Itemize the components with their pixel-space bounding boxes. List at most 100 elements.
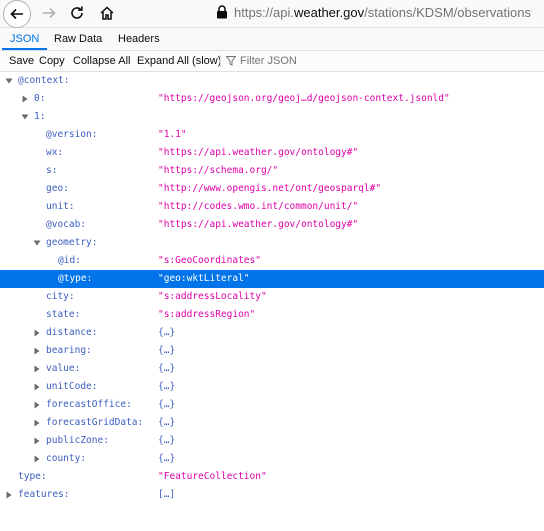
expand-triangle-down-icon[interactable] [4, 72, 14, 90]
tree-key: @version: [46, 129, 98, 140]
url-text: https://api.weather.gov/stations/KDSM/ob… [234, 5, 531, 20]
tab-json[interactable]: JSON [2, 28, 48, 50]
reload-icon [71, 6, 83, 19]
tree-row[interactable]: @context: [0, 72, 544, 90]
expand-triangle-right-icon[interactable] [32, 432, 42, 450]
tree-key: geo: [46, 183, 69, 194]
tab-raw-data[interactable]: Raw Data [46, 28, 110, 50]
tree-value: […] [158, 489, 176, 500]
tree-key: geometry: [46, 237, 98, 248]
expand-triangle-right-icon[interactable] [32, 378, 42, 396]
tree-row[interactable]: bearing: {…} [0, 342, 544, 360]
expand-triangle-right-icon[interactable] [20, 90, 30, 108]
collapse-all-button[interactable]: Collapse All [70, 51, 133, 71]
tree-value: "https://api.weather.gov/ontology#" [158, 147, 359, 158]
tree-key: features: [18, 489, 70, 500]
tree-row[interactable]: features: […] [0, 486, 544, 504]
tree-key: unit: [46, 201, 75, 212]
tree-key: @context: [18, 75, 70, 86]
tree-value: {…} [158, 435, 176, 446]
tree-value: "http://www.opengis.net/ont/geosparql#" [158, 183, 382, 194]
url-bar[interactable]: https://api.weather.gov/stations/KDSM/ob… [208, 0, 544, 24]
tree-row[interactable]: value: {…} [0, 360, 544, 378]
tree-row[interactable]: forecastGridData: {…} [0, 414, 544, 432]
tree-row[interactable]: publicZone: {…} [0, 432, 544, 450]
lock-icon [217, 5, 227, 19]
tree-key: s: [46, 165, 58, 176]
tree-row[interactable]: city: "s:addressLocality" [0, 288, 544, 306]
arrow-left-icon [10, 8, 23, 20]
tree-row[interactable]: 1: [0, 108, 544, 126]
url-path: /stations/KDSM/observations [364, 4, 531, 20]
save-button[interactable]: Save [6, 51, 37, 71]
expand-triangle-down-icon[interactable] [32, 234, 42, 252]
tree-value: {…} [158, 399, 176, 410]
tree-row[interactable]: geo: "http://www.opengis.net/ont/geosparq… [0, 180, 544, 198]
copy-button[interactable]: Copy [36, 51, 68, 71]
tree-value: "FeatureCollection" [158, 471, 267, 482]
tree-row[interactable]: state: "s:addressRegion" [0, 306, 544, 324]
expand-triangle-right-icon[interactable] [32, 324, 42, 342]
back-button[interactable] [3, 0, 31, 28]
tree-value: "https://schema.org/" [158, 165, 279, 176]
tree-key: 0: [34, 93, 46, 104]
filter-input[interactable]: Filter JSON [226, 51, 297, 71]
tree-row[interactable]: 0: "https://geojson.org/geoj…d/geojson-co… [0, 90, 544, 108]
expand-triangle-right-icon[interactable] [4, 486, 14, 504]
tree-row[interactable]: forecastOffice: {…} [0, 396, 544, 414]
tree-value: {…} [158, 345, 176, 356]
tree-row[interactable]: wx: "https://api.weather.gov/ontology#" [0, 144, 544, 162]
tree-key: publicZone: [46, 435, 109, 446]
tree-key: unitCode: [46, 381, 98, 392]
viewer-tabs: JSON Raw Data Headers [0, 28, 544, 51]
tree-key: @id: [58, 255, 81, 266]
json-tree: @context: 0: "https://geojson.org/geoj…d/g… [0, 72, 544, 504]
expand-triangle-right-icon[interactable] [32, 396, 42, 414]
expand-all-button[interactable]: Expand All (slow) [134, 51, 224, 71]
tree-value: "http://codes.wmo.int/common/unit/" [158, 201, 359, 212]
tree-row[interactable]: type: "FeatureCollection" [0, 468, 544, 486]
tree-key: distance: [46, 327, 98, 338]
tree-value: {…} [158, 327, 176, 338]
tree-value: "1.1" [158, 129, 187, 140]
expand-triangle-down-icon[interactable] [20, 108, 30, 126]
tree-value: {…} [158, 381, 176, 392]
home-button[interactable] [96, 2, 118, 24]
tree-value: "s:GeoCoordinates" [158, 255, 261, 266]
tree-row[interactable]: unitCode: {…} [0, 378, 544, 396]
tree-key: state: [46, 309, 81, 320]
filter-icon [226, 56, 236, 66]
tree-row[interactable]: @type: "geo:wktLiteral" [0, 270, 544, 288]
tree-row[interactable]: @vocab: "https://api.weather.gov/ontology… [0, 216, 544, 234]
tree-value: "https://geojson.org/geoj…d/geojson-cont… [158, 93, 450, 104]
tree-row[interactable]: unit: "http://codes.wmo.int/common/unit/" [0, 198, 544, 216]
tree-key: type: [18, 471, 47, 482]
tree-row[interactable]: s: "https://schema.org/" [0, 162, 544, 180]
tab-headers[interactable]: Headers [110, 28, 168, 50]
tree-value: "geo:wktLiteral" [158, 273, 250, 284]
expand-triangle-right-icon[interactable] [32, 342, 42, 360]
url-host: weather.gov [293, 4, 365, 20]
tree-key: @type: [58, 273, 93, 284]
tree-row[interactable]: county: {…} [0, 450, 544, 468]
reload-button[interactable] [66, 2, 88, 24]
json-toolbar: Save Copy Collapse All Expand All (slow)… [0, 51, 544, 72]
expand-triangle-right-icon[interactable] [32, 450, 42, 468]
tree-row[interactable]: geometry: [0, 234, 544, 252]
toolbar-divider [220, 55, 221, 67]
tree-key: bearing: [46, 345, 92, 356]
tree-key: 1: [34, 111, 46, 122]
tree-row[interactable]: @id: "s:GeoCoordinates" [0, 252, 544, 270]
home-icon [100, 6, 114, 20]
forward-button[interactable] [38, 2, 60, 24]
tree-key: @vocab: [46, 219, 87, 230]
tree-value: {…} [158, 363, 176, 374]
expand-triangle-right-icon[interactable] [32, 360, 42, 378]
tree-row[interactable]: @version: "1.1" [0, 126, 544, 144]
browser-toolbar: https://api.weather.gov/stations/KDSM/ob… [0, 0, 544, 28]
tree-key: forecastOffice: [46, 399, 132, 410]
tree-value: {…} [158, 417, 176, 428]
tree-row[interactable]: distance: {…} [0, 324, 544, 342]
tree-value: "https://api.weather.gov/ontology#" [158, 219, 359, 230]
expand-triangle-right-icon[interactable] [32, 414, 42, 432]
